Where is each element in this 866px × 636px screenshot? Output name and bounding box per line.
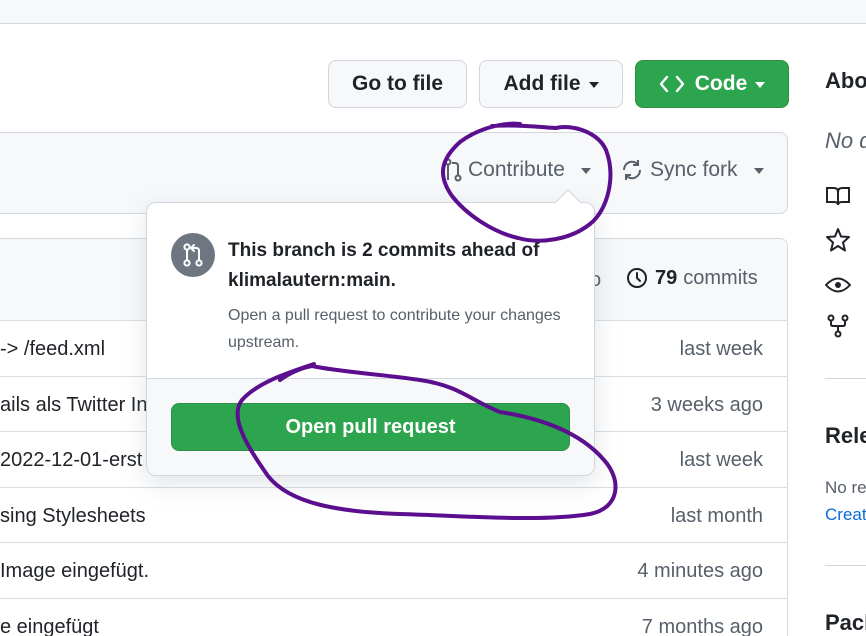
code-icon	[659, 75, 684, 93]
sync-fork-button[interactable]: Sync fork	[620, 158, 764, 182]
table-row-message[interactable]: ails als Twitter In	[0, 394, 147, 417]
go-to-file-label: Go to file	[352, 72, 443, 95]
row-divider	[0, 542, 788, 543]
table-row-time: 4 minutes ago	[637, 560, 763, 582]
row-divider	[0, 598, 788, 599]
table-row-time: 3 weeks ago	[650, 394, 763, 416]
star-icon	[826, 228, 850, 252]
contribute-button[interactable]: Contribute	[444, 158, 591, 182]
about-heading: Abo	[825, 68, 866, 93]
popover-divider	[147, 378, 594, 379]
book-icon	[826, 187, 850, 206]
open-pull-request-button[interactable]: Open pull request	[171, 403, 570, 451]
table-row-time: 7 months ago	[641, 616, 763, 636]
table-row-message[interactable]: Image eingefügt.	[0, 560, 149, 583]
code-button[interactable]: Code	[635, 60, 789, 108]
repo-forked-icon	[827, 314, 849, 338]
git-pull-request-icon	[171, 233, 215, 277]
commits-count: 79	[655, 266, 678, 289]
sidebar-divider	[825, 378, 866, 379]
sync-fork-label: Sync fork	[650, 158, 738, 181]
contribute-label: Contribute	[468, 158, 565, 181]
chevron-down-icon	[580, 168, 591, 174]
eye-icon	[825, 277, 851, 293]
add-file-label: Add file	[503, 72, 581, 95]
no-releases-text: No re	[825, 478, 866, 497]
table-row-message[interactable]: 2022-12-01-erst	[0, 449, 142, 472]
chevron-down-icon	[753, 168, 764, 174]
history-icon	[627, 268, 647, 288]
sync-icon	[622, 160, 642, 180]
table-row-time: last week	[679, 449, 763, 471]
commits-link[interactable]: 79 commits	[625, 266, 758, 290]
table-row-time: last week	[679, 338, 763, 360]
chevron-down-icon	[755, 82, 766, 88]
table-row-message[interactable]: e eingefügt	[0, 616, 99, 636]
table-row-message[interactable]: -> /feed.xml	[0, 338, 105, 361]
row-divider	[0, 487, 788, 488]
chevron-down-icon	[588, 82, 599, 88]
table-row-time: last month	[670, 505, 763, 527]
no-description-text: No d	[825, 128, 866, 153]
git-pull-request-icon	[444, 158, 462, 182]
popover-description: Open a pull request to contribute your c…	[228, 307, 561, 351]
go-to-file-button[interactable]: Go to file	[328, 60, 467, 108]
sidebar-divider	[825, 565, 866, 566]
top-bar	[0, 0, 866, 24]
packages-heading: Pack	[825, 610, 866, 635]
code-label: Code	[694, 72, 748, 95]
create-release-link[interactable]: Creat	[825, 505, 866, 525]
open-pull-request-label: Open pull request	[285, 415, 456, 438]
releases-heading: Rele	[825, 423, 866, 448]
add-file-button[interactable]: Add file	[479, 60, 623, 108]
table-row-message[interactable]: sing Stylesheets	[0, 505, 146, 528]
popover-title: This branch is 2 commits ahead of klimal…	[228, 240, 540, 291]
commits-label: commits	[683, 266, 758, 289]
